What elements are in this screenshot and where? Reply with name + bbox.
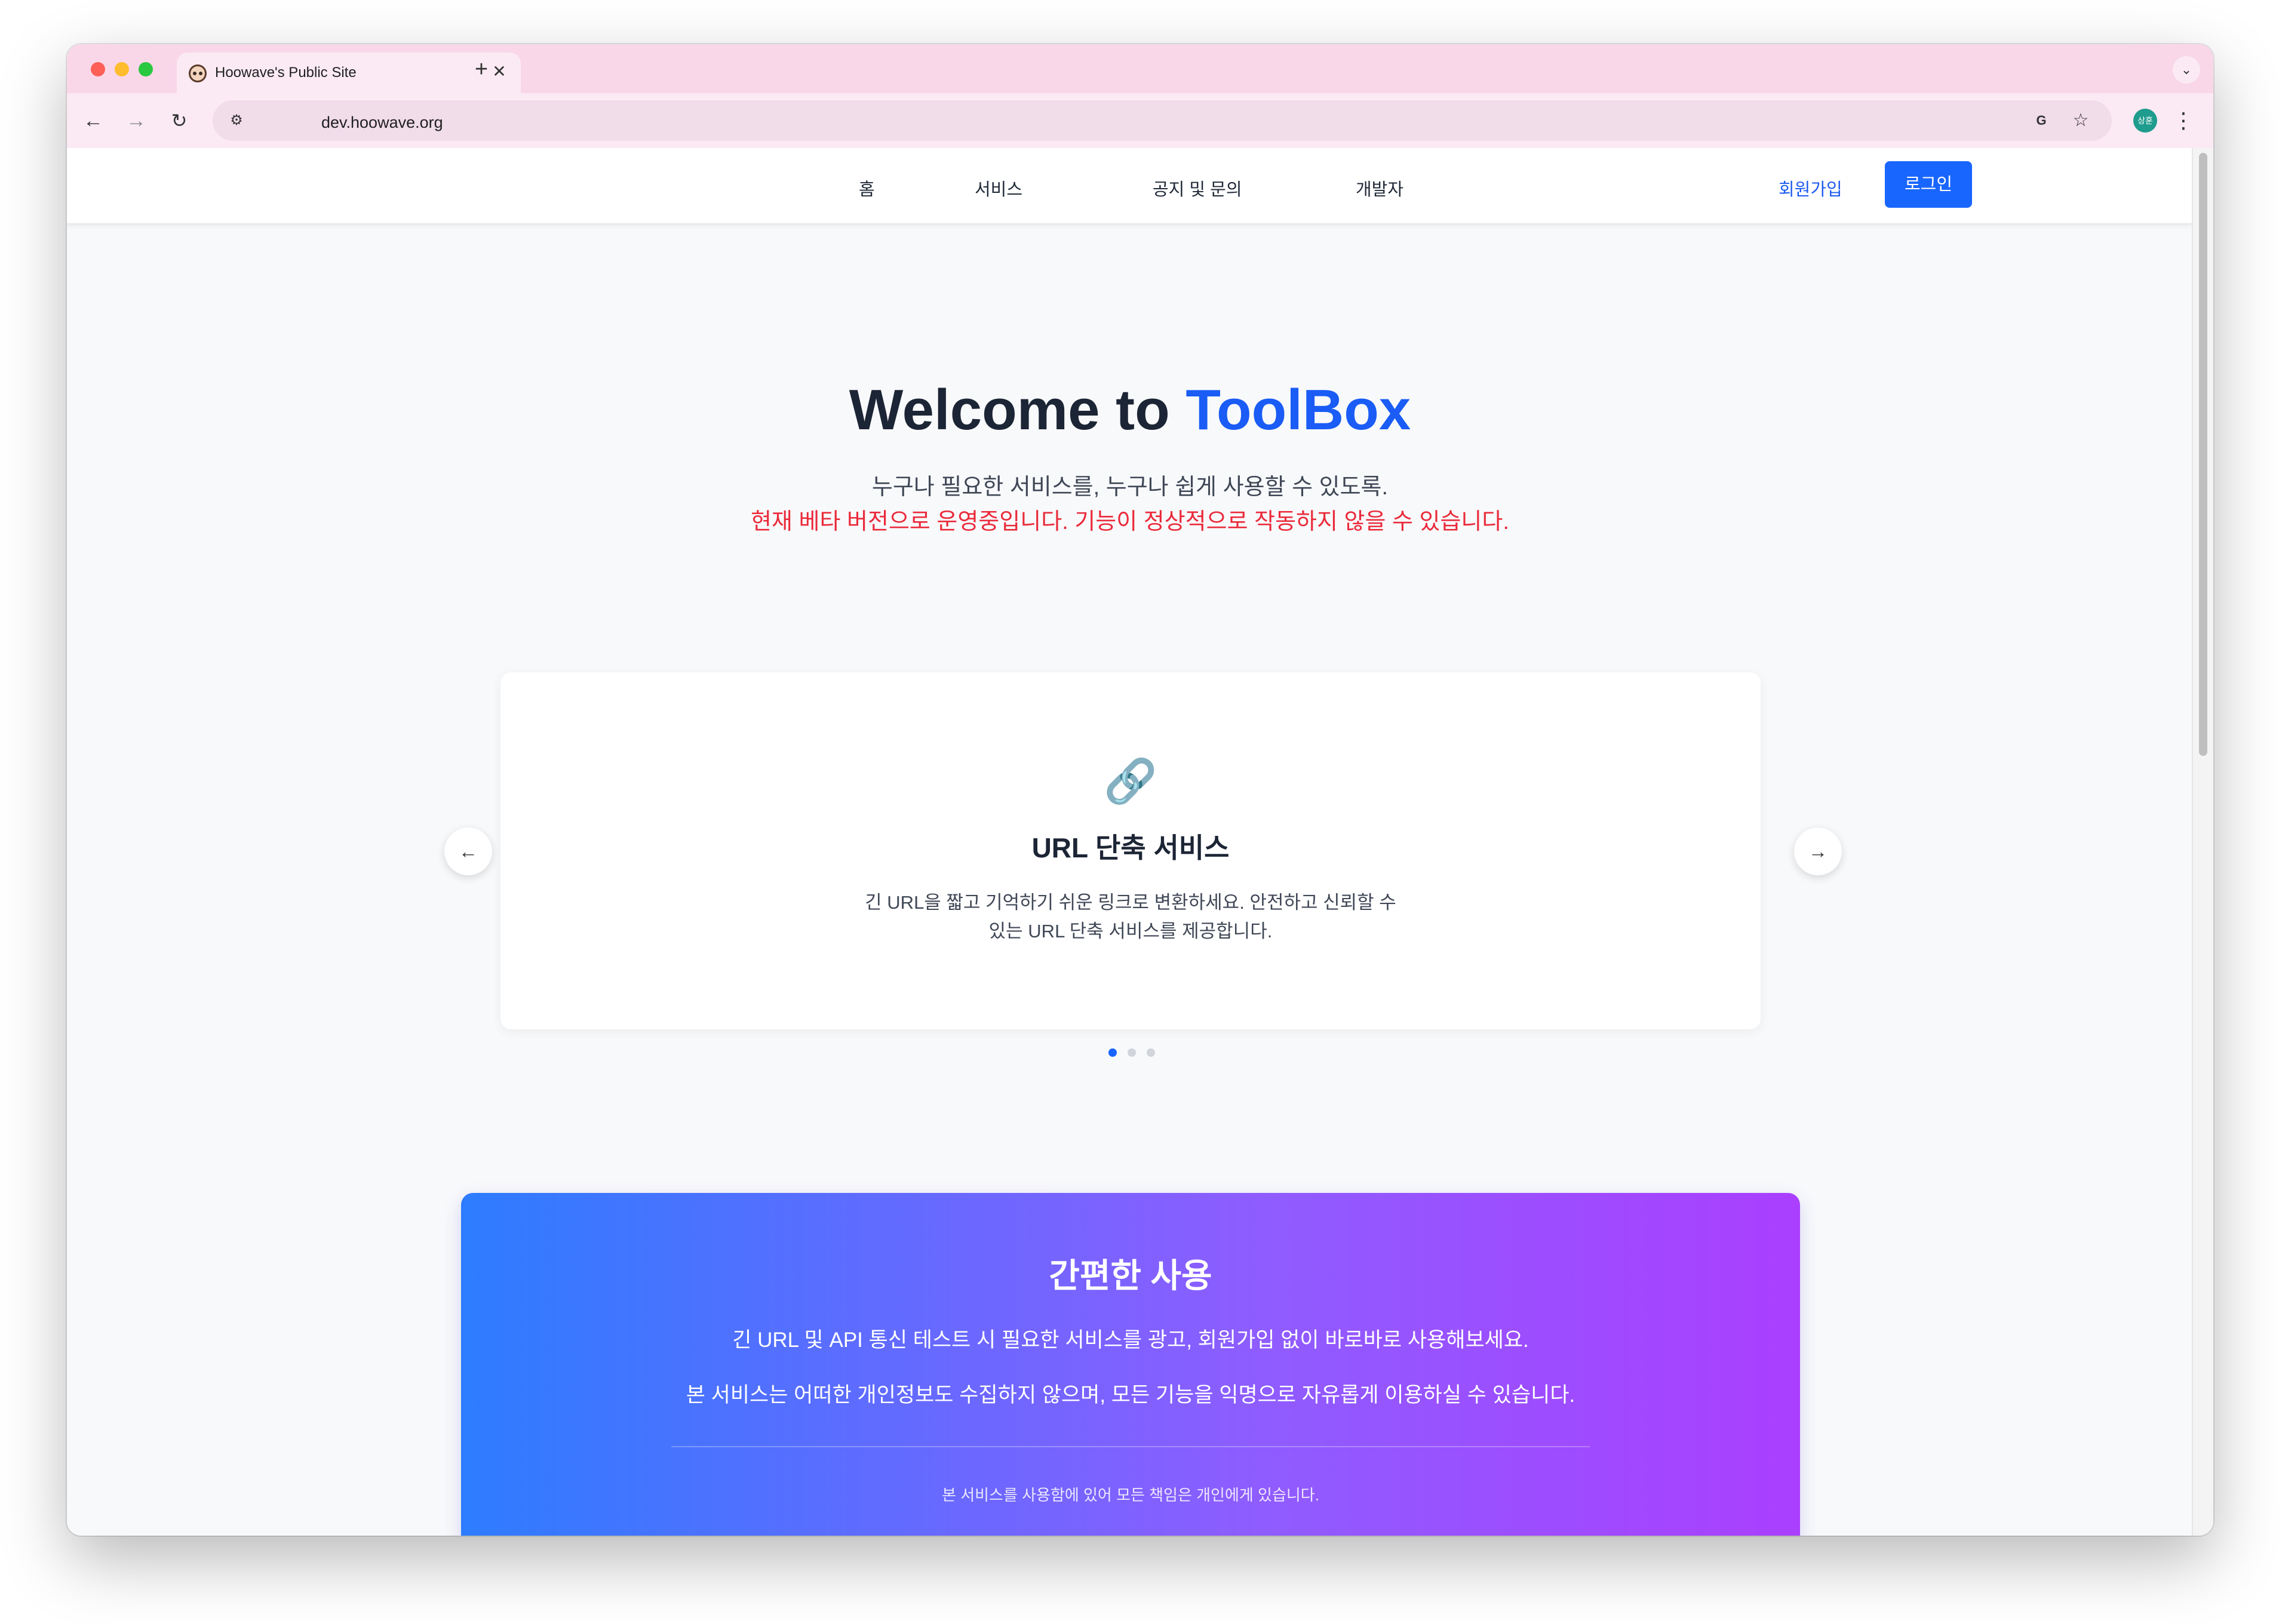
carousel-next-button[interactable]: → xyxy=(1794,828,1842,875)
scrollbar[interactable] xyxy=(2192,148,2213,1536)
arrow-right-icon[interactable]: → xyxy=(122,106,150,135)
nav-developer[interactable]: 개발자 xyxy=(1356,176,1403,201)
window-minimize-button[interactable] xyxy=(115,62,129,76)
nav-notice[interactable]: 공지 및 문의 xyxy=(1153,176,1242,201)
chevron-down-icon[interactable]: ⌄ xyxy=(2173,56,2200,84)
carousel-prev-button[interactable]: ← xyxy=(444,828,492,875)
feature-title: 간편한 사용 xyxy=(1049,1257,1212,1294)
star-icon[interactable]: ☆ xyxy=(2068,107,2094,134)
page-title: Welcome to ToolBox xyxy=(67,377,2193,443)
browser-toolbar: ← → ↻ ⚙ dev.hoowave.org G ☆ 상훈 ⋮ xyxy=(67,93,2213,149)
scrollbar-thumb[interactable] xyxy=(2199,153,2207,756)
plus-icon[interactable]: + xyxy=(468,56,494,82)
tab-title: Hoowave's Public Site xyxy=(215,64,357,81)
avatar[interactable]: 상훈 xyxy=(2133,109,2157,133)
title-accent: ToolBox xyxy=(1185,378,1411,442)
arrow-left-icon[interactable]: ← xyxy=(79,106,108,135)
favicon-icon xyxy=(189,64,207,82)
feature-banner: 간편한 사용 긴 URL 및 API 통신 테스트 시 필요한 서비스를 광고,… xyxy=(461,1193,1800,1536)
feature-text: 긴 URL 및 API 통신 테스트 시 필요한 서비스를 광고, 회원가입 없… xyxy=(732,1328,1529,1352)
kebab-icon[interactable]: ⋮ xyxy=(2172,106,2195,135)
carousel-dot[interactable] xyxy=(1108,1048,1117,1057)
address-bar[interactable]: ⚙ dev.hoowave.org G ☆ xyxy=(213,100,2112,141)
hero-subtitle: 누구나 필요한 서비스를, 누구나 쉽게 사용할 수 있도록. xyxy=(871,475,1389,500)
page-viewport: 홈 서비스 공지 및 문의 개발자 회원가입 로그인 Welcome to To… xyxy=(67,148,2213,1536)
slide-description: 긴 URL을 짧고 기억하기 쉬운 링크로 변환하세요. 안전하고 신뢰할 수 … xyxy=(865,892,1396,942)
signup-link[interactable]: 회원가입 xyxy=(1779,176,1842,201)
browser-window: Hoowave's Public Site ✕ + ⌄ ← → ↻ ⚙ dev.… xyxy=(67,44,2213,1536)
title-prefix: Welcome to xyxy=(849,378,1186,442)
window-maximize-button[interactable] xyxy=(139,62,153,76)
carousel-dot[interactable] xyxy=(1128,1048,1136,1057)
nav-home[interactable]: 홈 xyxy=(859,176,875,201)
reload-icon[interactable]: ↻ xyxy=(165,106,194,135)
login-button[interactable]: 로그인 xyxy=(1885,161,1972,208)
carousel-slide[interactable]: 🔗 URL 단축 서비스 긴 URL을 짧고 기억하기 쉬운 링크로 변환하세요… xyxy=(500,672,1761,1029)
translate-icon[interactable]: G xyxy=(2028,107,2054,134)
beta-warning: 현재 베타 버전으로 운영중입니다. 기능이 정상적으로 작동하지 않을 수 있… xyxy=(751,509,1509,534)
tune-icon[interactable]: ⚙ xyxy=(223,107,250,134)
disclaimer-note: 본 서비스를 사용함에 있어 모든 책임은 개인에게 있습니다. xyxy=(942,1486,1319,1504)
url-text[interactable]: dev.hoowave.org xyxy=(321,113,443,132)
carousel-dot[interactable] xyxy=(1147,1048,1155,1057)
divider xyxy=(671,1446,1590,1447)
feature-text: 본 서비스는 어떠한 개인정보도 수집하지 않으며, 모든 기능을 익명으로 자… xyxy=(686,1383,1575,1407)
window-close-button[interactable] xyxy=(91,62,105,76)
slide-title: URL 단축 서비스 xyxy=(1031,832,1230,863)
link-icon: 🔗 xyxy=(1104,758,1157,805)
site-header: 홈 서비스 공지 및 문의 개발자 회원가입 로그인 xyxy=(67,148,2193,224)
nav-services[interactable]: 서비스 xyxy=(975,176,1022,201)
tab-strip: Hoowave's Public Site ✕ + ⌄ xyxy=(67,44,2213,93)
